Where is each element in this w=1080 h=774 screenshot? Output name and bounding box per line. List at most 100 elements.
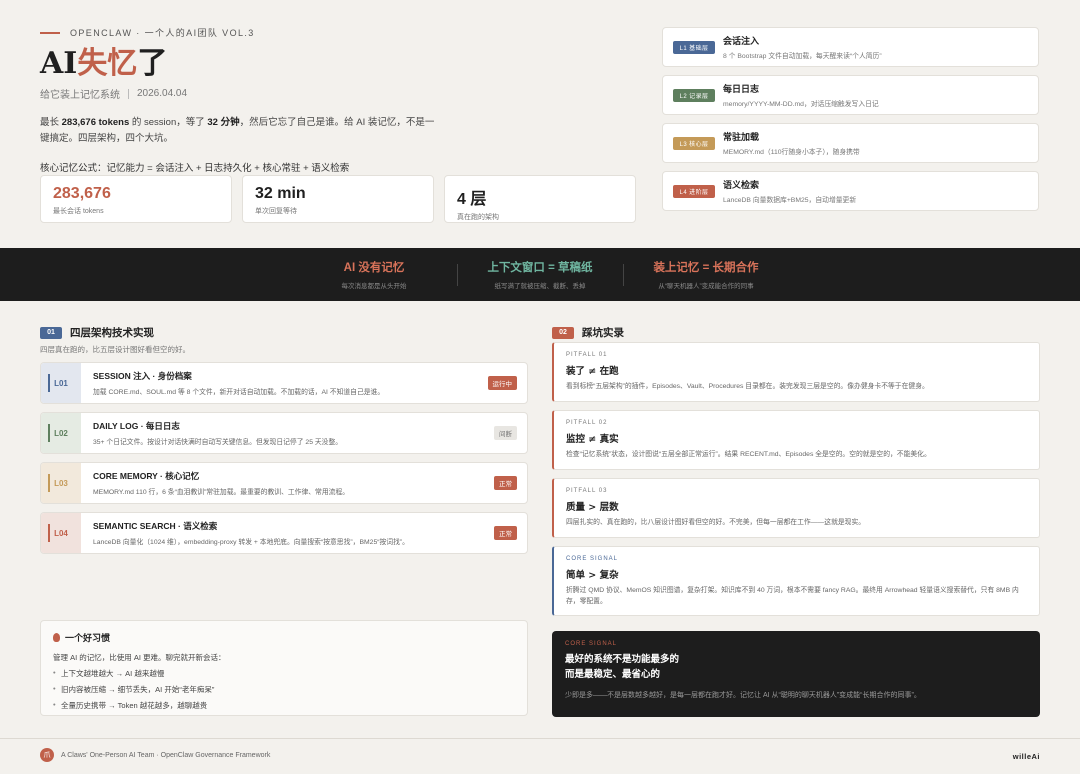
kicker: OPENCLAW · 一个人的AI团队 VOL.3	[40, 26, 640, 39]
pitfall-list: PITFALL 01 装了 ≠ 在跑 看到标榜“五层架构”的插件，Episode…	[552, 342, 1040, 616]
row-code: L03	[41, 463, 81, 503]
title-post: 了	[137, 46, 168, 81]
row-desc: LanceDB 向量化（1024 维），embedding-proxy 转发 +…	[93, 539, 409, 546]
layer-tag: L4 进阶层	[673, 184, 715, 198]
layer-list: L1 基础层 会话注入 8 个 Bootstrap 文件自动加载，每天醒来读“个人…	[662, 27, 1039, 211]
layer-desc: 8 个 Bootstrap 文件自动加载，每天醒来读“个人简历”	[723, 53, 882, 60]
section-header-02: 02 踩坑实录	[552, 325, 624, 340]
hero: OPENCLAW · 一个人的AI团队 VOL.3 AI失忆了 给它装上记忆系统…	[40, 26, 640, 174]
list-item: 上下文越堆越大 → AI 越来越慢	[53, 668, 515, 679]
pitfall-label: PITFALL 03	[566, 488, 608, 494]
band-item: 上下文窗口 = 草稿纸 纸写满了就被压缩、截断、丢掉	[458, 259, 623, 290]
row-stripe	[48, 474, 50, 492]
layer-title: 每日日志	[723, 84, 760, 94]
stat-label: 真在跑的架构	[457, 214, 499, 221]
row-stripe	[48, 424, 50, 442]
section-title: 踩坑实录	[582, 327, 624, 339]
desc-part: 的 session，等了	[129, 117, 208, 128]
architecture-rows: L01 SESSION 注入 · 身份档案加载 CORE.md、SOUL.md …	[40, 362, 528, 554]
stats-row: 283,676 最长会话 tokens 32 min 单次回复等待 4 层 真在…	[40, 175, 636, 223]
section-header-01: 01 四层架构技术实现	[40, 325, 154, 340]
habit-desc: 管理 AI 的记忆，比使用 AI 更难。聊完就开新会话：	[53, 653, 226, 662]
stat-card: 4 层 真在跑的架构	[444, 175, 636, 223]
status-badge: 间断	[494, 426, 517, 440]
row-title: DAILY LOG · 每日日志	[93, 421, 180, 431]
layer-desc: LanceDB 向量数据库+BM25，自动增量更新	[723, 197, 857, 204]
signal-title: 最好的系统不是功能最多的 而是最稳定、最省心的	[565, 653, 1027, 682]
row-desc: MEMORY.md 110 行，6 条“血泪教训”常驻加载。最重要的教训、工作律…	[93, 489, 350, 496]
layer-card-l1: L1 基础层 会话注入 8 个 Bootstrap 文件自动加载，每天醒来读“个人…	[662, 27, 1039, 67]
pitfall-title: 质量 > 层数	[566, 502, 619, 513]
layer-tag: L2 记录层	[673, 88, 715, 102]
subtitle-line: 给它装上记忆系统 2026.04.04	[40, 86, 640, 101]
list-item: 旧内容被压缩 → 细节丢失，AI 开始“老年痴呆”	[53, 684, 515, 695]
layer-title: 语义检索	[723, 180, 760, 190]
desc-part: 最长	[40, 117, 62, 128]
pitfall-desc: 看到标榜“五层架构”的插件，Episodes、Vault、Procedures …	[566, 383, 929, 390]
section-number: 01	[40, 326, 62, 339]
stat-number: 32 min	[255, 185, 306, 202]
band-sub: 从“聊天机器人”变成能合作的同事	[658, 283, 754, 290]
footer-divider	[0, 738, 1080, 739]
desc-minutes: 32 分钟	[207, 117, 240, 128]
row-code: L04	[41, 513, 81, 553]
pitfall-title: 简单 > 复杂	[566, 570, 619, 581]
pitfall-desc: 检查“记忆系统”状态，设计图说“五层全部正常运行”。结果 RECENT.md、E…	[566, 451, 931, 458]
signal-desc: 少即是多——不是层数越多越好，是每一层都在跑才好。记忆让 AI 从“聪明的聊天机…	[565, 692, 921, 700]
band-item: 装上记忆 = 长期合作 从“聊天机器人”变成能合作的同事	[624, 259, 789, 290]
date: 2026.04.04	[137, 88, 188, 99]
pitfall-card: PITFALL 03 质量 > 层数 四层扎实的、真在跑的，比八层设计图好看但空…	[552, 478, 1040, 538]
signal-label: CORE SIGNAL	[565, 641, 618, 647]
table-row: L04 SEMANTIC SEARCH · 语义检索 LanceDB 向量化（10…	[40, 512, 528, 554]
pitfall-desc: 四层扎实的、真在跑的，比八层设计图好看但空的好。不完美，但每一层都在工作——这就…	[566, 519, 866, 526]
band-title: 上下文窗口 = 草稿纸	[487, 262, 593, 274]
band-sub: 每次消息都是从头开始	[341, 283, 407, 290]
pitfall-title: 监控 ≠ 真实	[566, 434, 619, 445]
row-title: CORE MEMORY · 核心记忆	[93, 471, 200, 481]
stat-card: 283,676 最长会话 tokens	[40, 175, 232, 223]
layer-desc: memory/YYYY-MM-DD.md，对话压缩触发写入日记	[723, 101, 879, 108]
memory-formula: 核心记忆公式：记忆能力 = 会话注入 + 日志持久化 + 核心常驻 + 语义检索	[40, 163, 350, 175]
signal-title-line: 最好的系统不是功能最多的	[565, 654, 680, 665]
pitfall-label: CORE SIGNAL	[566, 556, 619, 562]
stat-label: 单次回复等待	[255, 208, 297, 215]
kicker-text: OPENCLAW · 一个人的AI团队 VOL.3	[70, 28, 255, 38]
list-item: 全量历史携带 → Token 越花越多，越聊越贵	[53, 700, 515, 711]
footer: 爪 A Claws' One-Person AI Team · OpenClaw…	[40, 748, 270, 762]
layer-card-l3: L3 核心层 常驻加载 MEMORY.md（110行随身小本子），随身携带	[662, 123, 1039, 163]
summary-band: AI 没有记忆 每次消息都是从头开始 上下文窗口 = 草稿纸 纸写满了就被压缩、…	[0, 248, 1080, 301]
footer-text: A Claws' One-Person AI Team · OpenClaw G…	[61, 751, 271, 759]
status-badge: 正常	[494, 526, 517, 540]
title-accent: 失忆	[77, 46, 138, 81]
habit-box: 一个好习惯 管理 AI 的记忆，比使用 AI 更难。聊完就开新会话： 上下文越堆…	[40, 620, 528, 716]
layer-desc: MEMORY.md（110行随身小本子），随身携带	[723, 149, 860, 156]
table-row: L01 SESSION 注入 · 身份档案加载 CORE.md、SOUL.md …	[40, 362, 528, 404]
habit-list: 上下文越堆越大 → AI 越来越慢 旧内容被压缩 → 细节丢失，AI 开始“老年…	[53, 668, 515, 711]
lightbulb-icon	[53, 633, 60, 642]
row-code-text: L02	[54, 428, 68, 438]
habit-title-text: 一个好习惯	[65, 633, 111, 643]
pitfall-card: PITFALL 02 监控 ≠ 真实 检查“记忆系统”状态，设计图说“五层全部正…	[552, 410, 1040, 470]
title-pre: AI	[40, 46, 78, 81]
row-code-text: L01	[54, 378, 68, 388]
band-item: AI 没有记忆 每次消息都是从头开始	[292, 259, 457, 290]
layer-title: 会话注入	[723, 36, 760, 46]
row-desc: 加载 CORE.md、SOUL.md 等 8 个文件，新开对话自动加载。不加载的…	[93, 389, 385, 396]
pitfall-label: PITFALL 01	[566, 352, 608, 358]
section-subtitle: 四层真在跑的，比五层设计图好看但空的好。	[40, 345, 190, 354]
page-title: AI失忆了	[40, 47, 640, 80]
row-title: SESSION 注入 · 身份档案	[93, 371, 192, 381]
row-title: SEMANTIC SEARCH · 语义检索	[93, 521, 218, 531]
table-row: L02 DAILY LOG · 每日日志 35+ 个日记文件。按设计对话快满时自动…	[40, 412, 528, 454]
stat-number: 4 层	[457, 191, 487, 208]
band-sub: 纸写满了就被压缩、截断、丢掉	[494, 283, 586, 290]
pitfall-card: PITFALL 01 装了 ≠ 在跑 看到标榜“五层架构”的插件，Episode…	[552, 342, 1040, 402]
section-number: 02	[552, 326, 574, 339]
stat-number: 283,676	[53, 185, 111, 202]
layer-tag: L3 核心层	[673, 136, 715, 150]
status-badge: 运行中	[487, 376, 517, 390]
dark-signal-card: CORE SIGNAL 最好的系统不是功能最多的 而是最稳定、最省心的 少即是多…	[552, 631, 1040, 717]
row-stripe	[48, 524, 50, 542]
band-title: 装上记忆 = 长期合作	[653, 262, 759, 274]
layer-title: 常驻加载	[723, 132, 760, 142]
